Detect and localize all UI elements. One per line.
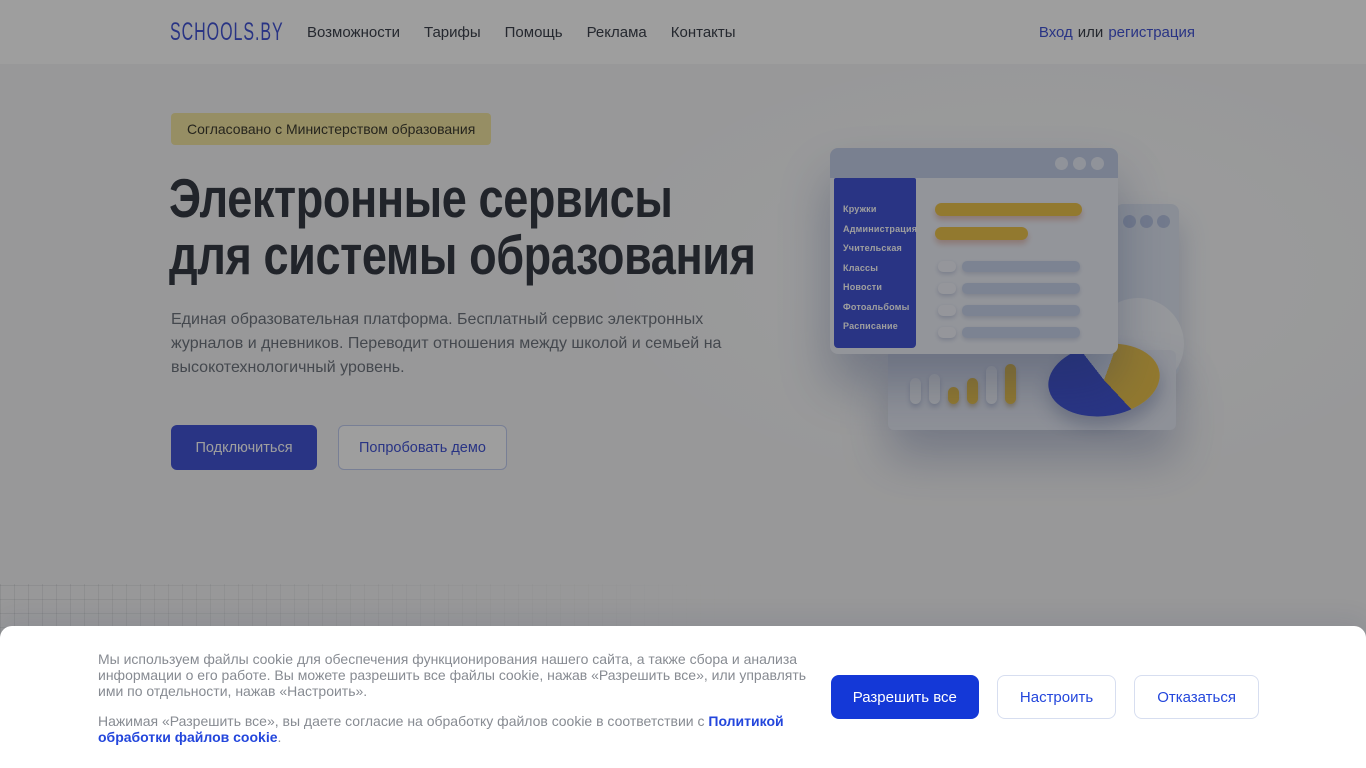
- allow-all-button[interactable]: Разрешить все: [830, 675, 979, 719]
- cookie-paragraph-2: Нажимая «Разрешить все», вы даете соглас…: [98, 713, 818, 745]
- configure-button[interactable]: Настроить: [996, 675, 1117, 719]
- decline-button[interactable]: Отказаться: [1134, 675, 1259, 719]
- cookie-actions: Разрешить все Настроить Отказаться: [830, 675, 1259, 719]
- cookie-paragraph-1: Мы используем файлы cookie для обеспечен…: [98, 651, 807, 700]
- page: SCHOOLS.BY Возможности Тарифы Помощь Рек…: [0, 0, 1366, 768]
- cookie-text: Мы используем файлы cookie для обеспечен…: [98, 651, 818, 745]
- cookie-paragraph-2-suffix: .: [277, 728, 282, 745]
- cookie-banner: Мы используем файлы cookie для обеспечен…: [0, 626, 1366, 768]
- cookie-paragraph-2-prefix: Нажимая «Разрешить все», вы даете соглас…: [98, 712, 709, 729]
